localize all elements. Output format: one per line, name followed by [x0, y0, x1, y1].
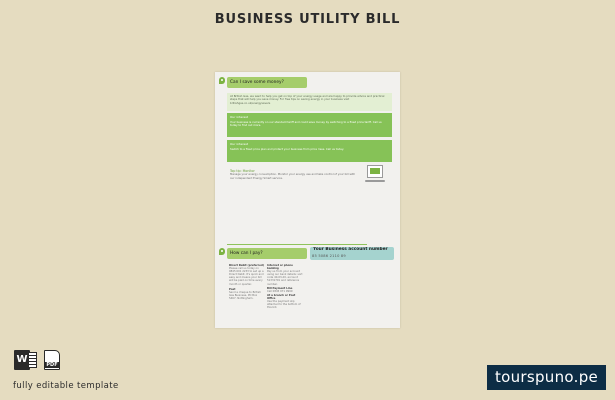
payment-option-text: Send a cheque to British Gas Business, P… — [229, 290, 261, 300]
top-tip: Top tip: Monitor Manage your energy cons… — [230, 169, 360, 180]
payment-option: Bill Payment Line Call 0845 071 9999 — [267, 287, 303, 293]
top-tip-text: Manage your energy consumption. Monitor … — [230, 172, 356, 180]
location-pin-icon — [219, 248, 225, 255]
tariff-box-1: Our interest Your business is currently … — [227, 113, 392, 137]
page-title: BUSINESS UTILITY BILL — [214, 12, 401, 27]
payment-options-left: Direct Debit (preferred) Please call us … — [229, 264, 265, 300]
word-file-lines-icon — [29, 352, 37, 368]
payment-option: Internet or phone banking Pay us from yo… — [267, 264, 303, 286]
laptop-icon — [367, 165, 383, 178]
tariff-box-2: Our interest Switch to a fixed price pla… — [227, 140, 392, 162]
payment-option-text: Pay us from your account using our bank … — [267, 270, 303, 286]
tariff-box-1-heading: Our interest — [230, 115, 248, 119]
editable-template-note: fully editable template — [13, 381, 119, 391]
save-money-heading: Can I save some money? — [227, 77, 307, 88]
brand-badge[interactable]: tourspuno.pe — [487, 365, 606, 390]
tariff-box-1-text: Your business is currently on our standa… — [230, 120, 382, 128]
payment-option-text: Please call us today on 0845 601 2233 to… — [229, 267, 264, 286]
section-divider — [227, 244, 367, 245]
payment-option: At a branch or Post Office Use the payme… — [267, 294, 303, 309]
location-pin-icon — [219, 77, 225, 84]
payment-option: Direct Debit (preferred) Please call us … — [229, 264, 265, 286]
account-label: Your Business account number — [313, 247, 388, 252]
word-file-icon: W — [14, 350, 30, 370]
payment-option: Post Send a cheque to British Gas Busine… — [229, 288, 265, 300]
tariff-box-2-heading: Our interest — [230, 142, 248, 146]
laptop-base-icon — [365, 180, 385, 182]
how-pay-heading: How can I pay? — [227, 248, 307, 259]
intro-text: At British Gas, we want to help you get … — [227, 93, 392, 111]
pdf-file-label: PDF — [44, 362, 60, 368]
account-number: 85 5086 2110 89 — [312, 254, 346, 258]
tariff-box-2-text: Switch to a fixed price plan and protect… — [230, 147, 344, 151]
payment-options-right: Internet or phone banking Pay us from yo… — [267, 264, 303, 309]
payment-option-text: Use the payment slip attached to the bot… — [267, 300, 301, 310]
payment-option-text: Call 0845 071 9999 — [267, 289, 293, 293]
